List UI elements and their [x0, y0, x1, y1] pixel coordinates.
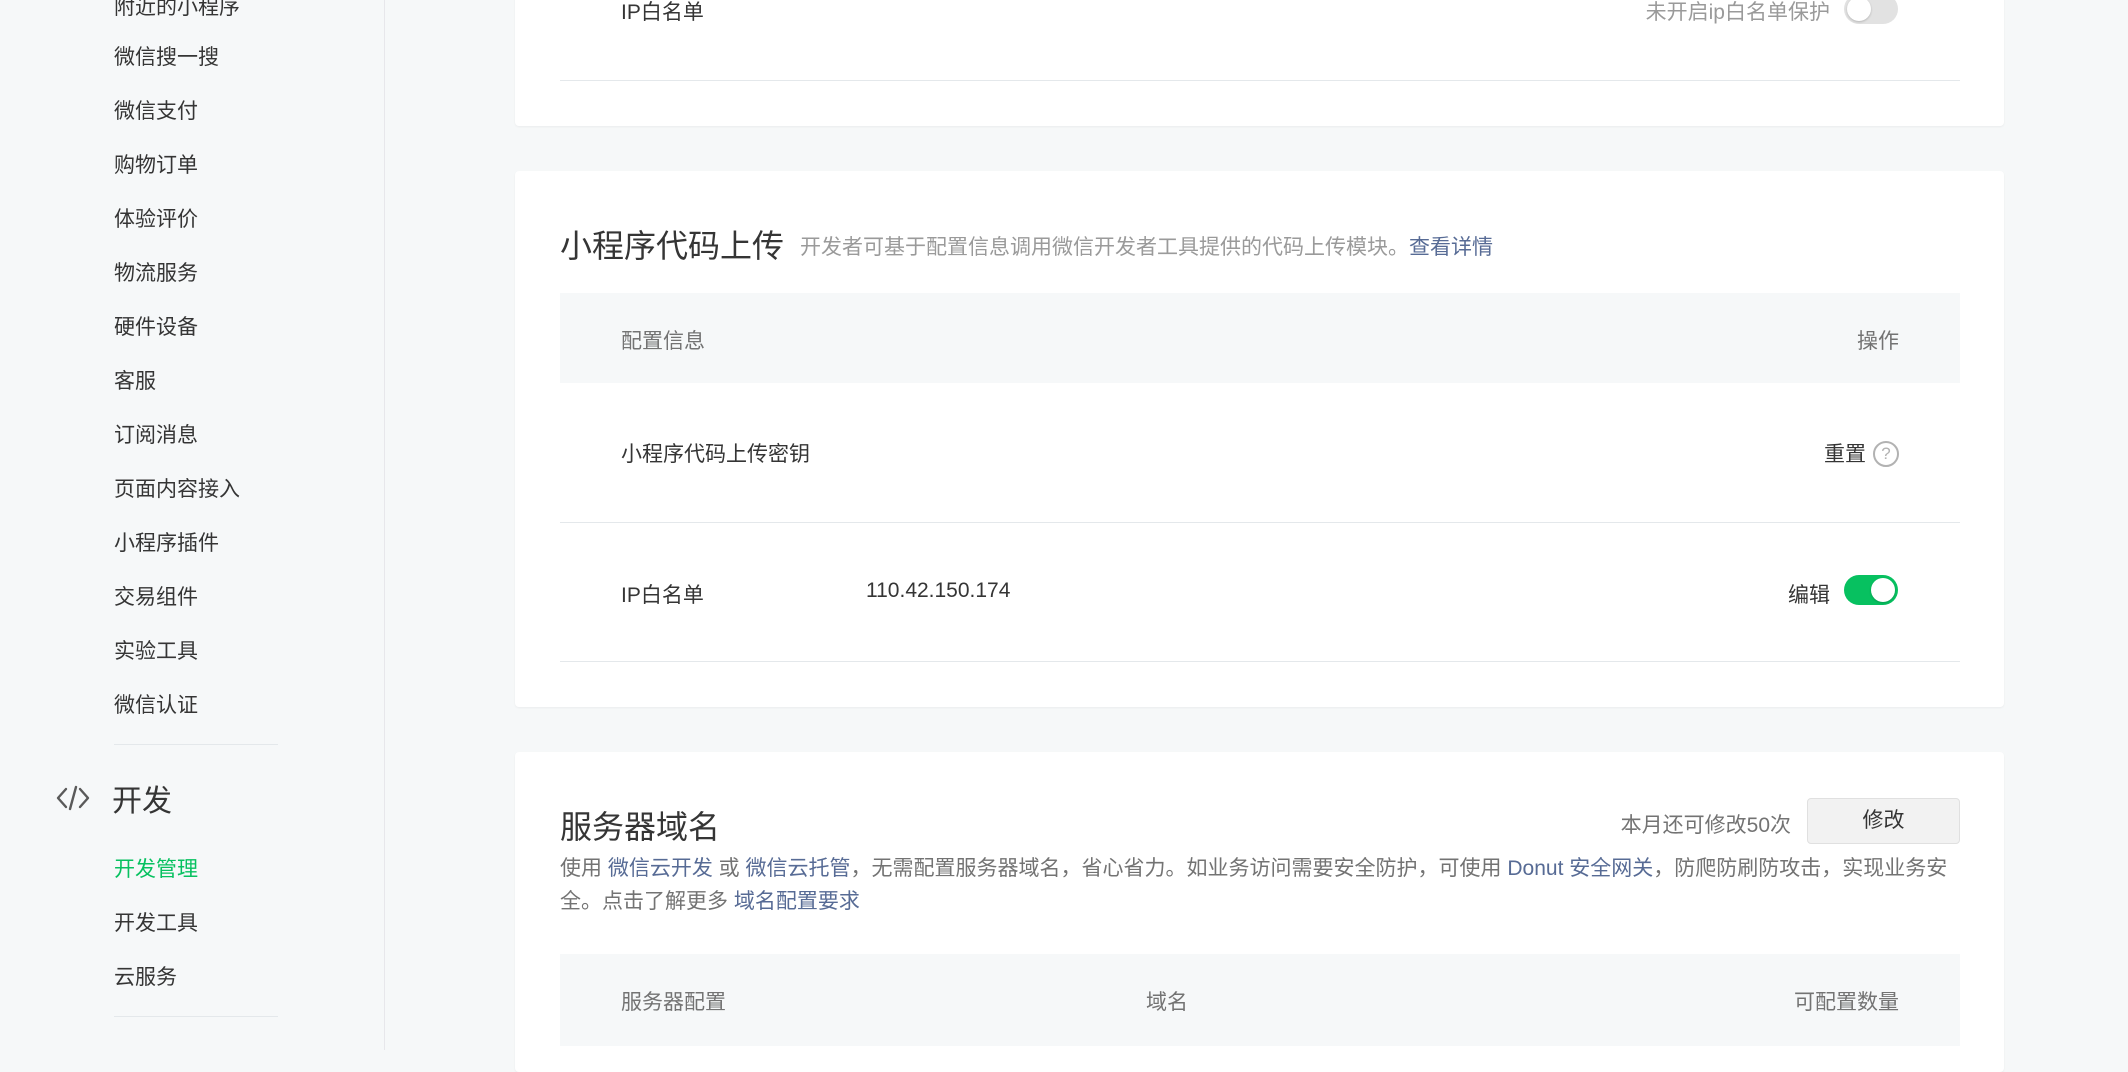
domain-notice: 使用 微信云开发 或 微信云托管，无需配置服务器域名，省心省力。如业务访问需要安… [560, 852, 1960, 918]
card-description: 开发者可基于配置信息调用微信开发者工具提供的代码上传模块。查看详情 [800, 231, 1493, 261]
nav-item-cloud-service[interactable]: 云服务 [114, 964, 177, 992]
ip-whitelist-row-label: IP白名单 [621, 584, 704, 607]
ip-whitelist-toggle[interactable] [1844, 0, 1898, 24]
code-icon [56, 785, 90, 811]
question-circle-icon[interactable]: ? [1873, 441, 1899, 467]
nav-item-customer-service[interactable]: 客服 [114, 368, 156, 396]
nav-section-dev[interactable]: 开发 [56, 776, 172, 820]
reset-link[interactable]: 重置 [1824, 438, 1866, 468]
nav-item-hardware[interactable]: 硬件设备 [114, 314, 198, 342]
nav-item-trade-components[interactable]: 交易组件 [114, 584, 198, 612]
view-details-link[interactable]: 查看详情 [1409, 236, 1493, 259]
nav-item-subscribe-messages[interactable]: 订阅消息 [114, 422, 198, 450]
donut-gateway-link[interactable]: Donut 安全网关 [1507, 857, 1653, 880]
sidebar: 附近的小程序 微信搜一搜 微信支付 购物订单 体验评价 物流服务 硬件设备 客服… [0, 0, 385, 1050]
nav-item-nearby-miniprogram[interactable]: 附近的小程序 [114, 0, 240, 22]
domain-requirements-link[interactable]: 域名配置要求 [734, 890, 860, 913]
card-title: 小程序代码上传 [560, 228, 785, 264]
header-config-info: 配置信息 [621, 330, 705, 353]
table-header: 服务器配置 域名 可配置数量 [560, 954, 1960, 1046]
table-header: 配置信息 操作 [560, 293, 1960, 383]
row-divider [560, 661, 1960, 662]
ip-address-value: 110.42.150.174 [866, 579, 1011, 602]
notice-text: ，无需配置服务器域名，省心省力。如业务访问需要安全防护，可使用 [850, 857, 1508, 880]
header-server-config: 服务器配置 [621, 991, 726, 1014]
notice-text: 使用 [560, 857, 608, 880]
code-upload-card: 小程序代码上传 开发者可基于配置信息调用微信开发者工具提供的代码上传模块。查看详… [515, 171, 2004, 707]
header-action: 操作 [1857, 330, 1899, 353]
edit-link[interactable]: 编辑 [1788, 579, 1830, 609]
ip-whitelist-status: 未开启ip白名单保护 [1645, 1, 1830, 24]
nav-item-lab-tools[interactable]: 实验工具 [114, 638, 198, 666]
nav-item-dev-management[interactable]: 开发管理 [114, 856, 198, 884]
nav-item-wechat-verify[interactable]: 微信认证 [114, 692, 198, 720]
nav-item-wechat-pay[interactable]: 微信支付 [114, 98, 198, 126]
row-divider [560, 522, 1960, 523]
notice-text: 或 [712, 857, 746, 880]
ip-whitelist-card: IP白名单 未开启ip白名单保护 [515, 0, 2004, 126]
server-domain-card: 服务器域名 本月还可修改50次 修改 使用 微信云开发 或 微信云托管，无需配置… [515, 752, 2004, 1072]
ip-whitelist-label: IP白名单 [621, 1, 704, 24]
nav-item-logistics[interactable]: 物流服务 [114, 260, 198, 288]
sidebar-divider [114, 1016, 278, 1017]
cloud-hosting-link[interactable]: 微信云托管 [746, 857, 851, 880]
nav-item-wechat-search[interactable]: 微信搜一搜 [114, 44, 219, 72]
nav-item-page-content[interactable]: 页面内容接入 [114, 476, 240, 504]
card-title: 服务器域名 [560, 809, 721, 845]
description-text: 开发者可基于配置信息调用微信开发者工具提供的代码上传模块。 [800, 236, 1409, 259]
nav-item-dev-tools[interactable]: 开发工具 [114, 910, 198, 938]
sidebar-divider [114, 744, 278, 745]
remaining-modifications: 本月还可修改50次 [1620, 814, 1791, 837]
nav-item-shopping-orders[interactable]: 购物订单 [114, 152, 198, 180]
upload-key-label: 小程序代码上传密钥 [621, 443, 810, 466]
header-domain: 域名 [1146, 991, 1188, 1014]
modify-button[interactable]: 修改 [1807, 798, 1960, 844]
nav-item-plugins[interactable]: 小程序插件 [114, 530, 219, 558]
toggle-knob [1871, 578, 1895, 602]
toggle-knob [1847, 0, 1871, 21]
nav-section-label: 开发 [112, 785, 172, 818]
header-configurable-count: 可配置数量 [1794, 991, 1899, 1014]
cloud-dev-link[interactable]: 微信云开发 [608, 857, 713, 880]
row-divider [560, 80, 1960, 81]
nav-item-experience-review[interactable]: 体验评价 [114, 206, 198, 234]
ip-whitelist-enabled-toggle[interactable] [1844, 575, 1898, 605]
